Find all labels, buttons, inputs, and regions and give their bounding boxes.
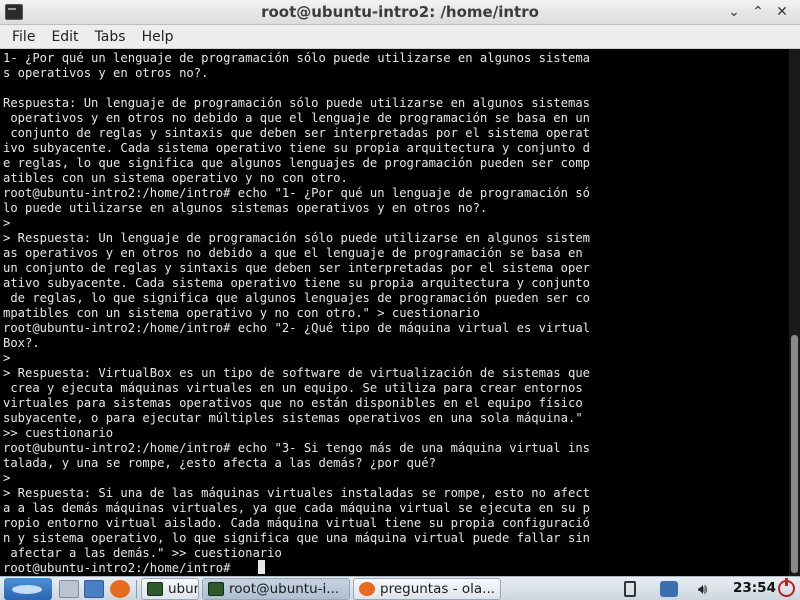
menu-file[interactable]: File [4, 29, 43, 45]
terminal-line: root@ubuntu-intro2:/home/intro# [3, 561, 238, 575]
terminal-output[interactable]: 1- ¿Por qué un lenguaje de programación … [0, 49, 789, 576]
terminal-line: root@ubuntu-intro2:/home/intro# echo "3-… [3, 441, 590, 455]
terminal-line: >> cuestionario [3, 426, 114, 440]
terminal-line: atibles con un sistema operativo y no co… [3, 171, 348, 185]
volume-icon[interactable]: 🔊︎ [698, 581, 716, 597]
terminal-line: operativos y en otros no debido a que el… [3, 111, 590, 125]
terminal-line: e reglas, lo que significa que algunos l… [3, 156, 590, 170]
menu-edit[interactable]: Edit [43, 29, 86, 45]
terminal-line: > [3, 216, 11, 230]
terminal-line: ropio entorno virtual aislado. Cada máqu… [3, 516, 590, 530]
terminal-text: 1- ¿Por qué un lenguaje de programación … [3, 51, 590, 576]
task-terminal-1[interactable]: ubuntu-i... [141, 578, 199, 600]
terminal-line: > Respuesta: Un lenguaje de programación… [3, 231, 590, 245]
close-button[interactable]: ✕ [770, 2, 794, 22]
window-titlebar[interactable]: root@ubuntu-intro2: /home/intro ⌄ ⌃ ✕ [0, 0, 800, 25]
terminal-line: > [3, 351, 11, 365]
task-label: root@ubuntu-i... [229, 581, 340, 597]
menu-help[interactable]: Help [134, 29, 182, 45]
task-label: ubuntu-i... [168, 581, 198, 597]
terminal-line: root@ubuntu-intro2:/home/intro# echo "2-… [3, 321, 590, 335]
task-terminal-2[interactable]: root@ubuntu-i... [202, 578, 350, 600]
terminal-line: n y sistema operativo, lo que significa … [3, 531, 590, 545]
terminal-line: virtuales para sistemas operativos que n… [3, 396, 583, 410]
menu-bar: File Edit Tabs Help [0, 25, 800, 49]
network-icon[interactable] [660, 581, 678, 597]
clock[interactable]: 23:54 [733, 580, 776, 596]
task-label: preguntas - ola... [380, 581, 496, 597]
terminal-line: root@ubuntu-intro2:/home/intro# echo "1-… [3, 186, 590, 200]
maximize-button[interactable]: ⌃ [746, 2, 770, 22]
taskbar: ubuntu-i... root@ubuntu-i... preguntas -… [0, 576, 800, 600]
scrollbar-thumb[interactable] [791, 335, 798, 573]
task-firefox[interactable]: preguntas - ola... [353, 578, 501, 600]
terminal-line: ivo subyacente. Cada sistema operativo t… [3, 141, 590, 155]
terminal-scrollbar[interactable] [789, 49, 800, 576]
terminal-line: > Respuesta: Si una de las máquinas virt… [3, 486, 590, 500]
show-desktop-icon[interactable] [59, 580, 79, 598]
start-menu-button[interactable] [4, 578, 52, 600]
terminal-line: Respuesta: Un lenguaje de programación s… [3, 96, 590, 110]
terminal-icon [147, 582, 163, 596]
terminal-line: > [3, 471, 11, 485]
terminal-line: mpatibles con un sistema operativo y no … [3, 306, 480, 320]
terminal-line: ativo subyacente. Cada sistema operativo… [3, 276, 590, 290]
firefox-icon [359, 582, 375, 596]
file-manager-icon[interactable] [84, 580, 104, 598]
terminal-line: lo puede utilizarse en algunos sistemas … [3, 201, 488, 215]
terminal-line: Box?. [3, 336, 40, 350]
terminal-line: as operativos y en otros no debido a que… [3, 246, 583, 260]
taskbar-separator [136, 580, 137, 598]
firefox-launcher-icon[interactable] [110, 580, 130, 598]
terminal-line: crea y ejecuta máquinas virtuales en un … [3, 381, 583, 395]
terminal-line: afectar a las demás." >> cuestionario [3, 546, 282, 560]
menu-tabs[interactable]: Tabs [87, 29, 134, 45]
window-controls: ⌄ ⌃ ✕ [722, 2, 794, 22]
terminal-line: a a las demás máquinas virtuales, ya que… [3, 501, 590, 515]
minimize-button[interactable]: ⌄ [722, 2, 746, 22]
terminal-icon [208, 582, 224, 596]
terminal-line: talada, y una se rompe, ¿esto afecta a l… [3, 456, 436, 470]
terminal-line: conjunto de reglas y sintaxis que deben … [3, 126, 590, 140]
battery-icon[interactable] [624, 581, 636, 597]
terminal-line: de reglas, lo que significa que algunos … [3, 291, 590, 305]
terminal-line: 1- ¿Por qué un lenguaje de programación … [3, 51, 590, 65]
terminal-cursor [258, 560, 265, 574]
terminal-line: s operativos y en otros no?. [3, 66, 209, 80]
power-icon[interactable] [778, 578, 795, 597]
terminal-line: un conjunto de reglas y sintaxis que deb… [3, 261, 590, 275]
window-title: root@ubuntu-intro2: /home/intro [261, 3, 539, 21]
terminal-line: > Respuesta: VirtualBox es un tipo de so… [3, 366, 590, 380]
terminal-line: subyacente, o para ejecutar múltiples si… [3, 411, 583, 425]
